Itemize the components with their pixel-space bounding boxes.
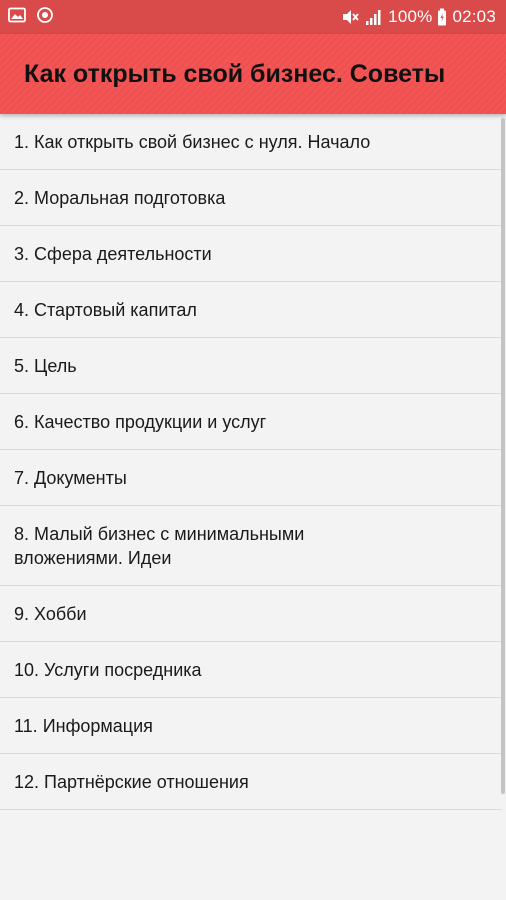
list-item-label: 12. Партнёрские отношения xyxy=(14,771,249,792)
list-item-label: 7. Документы xyxy=(14,467,127,488)
battery-icon xyxy=(437,8,447,26)
list-item[interactable]: 10. Услуги посредника xyxy=(0,642,502,698)
list-item-label: 4. Стартовый капитал xyxy=(14,299,197,320)
list-item[interactable]: 12. Партнёрские отношения xyxy=(0,754,502,810)
list-item-label: 1. Как открыть свой бизнес с нуля. Начал… xyxy=(14,131,371,152)
list-item-label: 5. Цель xyxy=(14,355,77,376)
list-item-label: 3. Сфера деятельности xyxy=(14,243,212,264)
mute-icon xyxy=(340,8,360,26)
list-item[interactable]: 9. Хобби xyxy=(0,586,502,642)
chapter-list: 1. Как открыть свой бизнес с нуля. Начал… xyxy=(0,114,502,810)
status-bar: 100% 02:03 xyxy=(0,0,506,34)
list-item-label: 6. Качество продукции и услуг xyxy=(14,411,267,432)
list-item[interactable]: 3. Сфера деятельности xyxy=(0,226,502,282)
signal-icon xyxy=(365,8,383,26)
app-title: Как открыть свой бизнес. Советы xyxy=(24,59,446,88)
list-item[interactable]: 4. Стартовый капитал xyxy=(0,282,502,338)
list-item[interactable]: 6. Качество продукции и услуг xyxy=(0,394,502,450)
status-bar-system: 100% 02:03 xyxy=(340,7,496,27)
list-item[interactable]: 7. Документы xyxy=(0,450,502,506)
list-item[interactable]: 11. Информация xyxy=(0,698,502,754)
list-item-label: 9. Хобби xyxy=(14,603,87,624)
list-item[interactable]: 8. Малый бизнес с минимальными вложениям… xyxy=(0,506,502,586)
battery-percent: 100% xyxy=(388,7,433,26)
gallery-icon xyxy=(8,7,26,28)
list-item-label: 11. Информация xyxy=(14,715,153,736)
app-bar: Как открыть свой бизнес. Советы xyxy=(0,34,506,114)
list-item[interactable]: 1. Как открыть свой бизнес с нуля. Начал… xyxy=(0,114,502,170)
clock: 02:03 xyxy=(452,7,496,26)
list-item[interactable]: 5. Цель xyxy=(0,338,502,394)
list-item-label: 8. Малый бизнес с минимальными вложениям… xyxy=(14,523,305,568)
list-item[interactable]: 2. Моральная подготовка xyxy=(0,170,502,226)
list-item-label: 10. Услуги посредника xyxy=(14,659,202,680)
status-bar-notifications xyxy=(8,6,54,29)
sync-icon xyxy=(36,6,54,29)
scrollbar[interactable] xyxy=(501,118,505,794)
list-item-label: 2. Моральная подготовка xyxy=(14,187,226,208)
